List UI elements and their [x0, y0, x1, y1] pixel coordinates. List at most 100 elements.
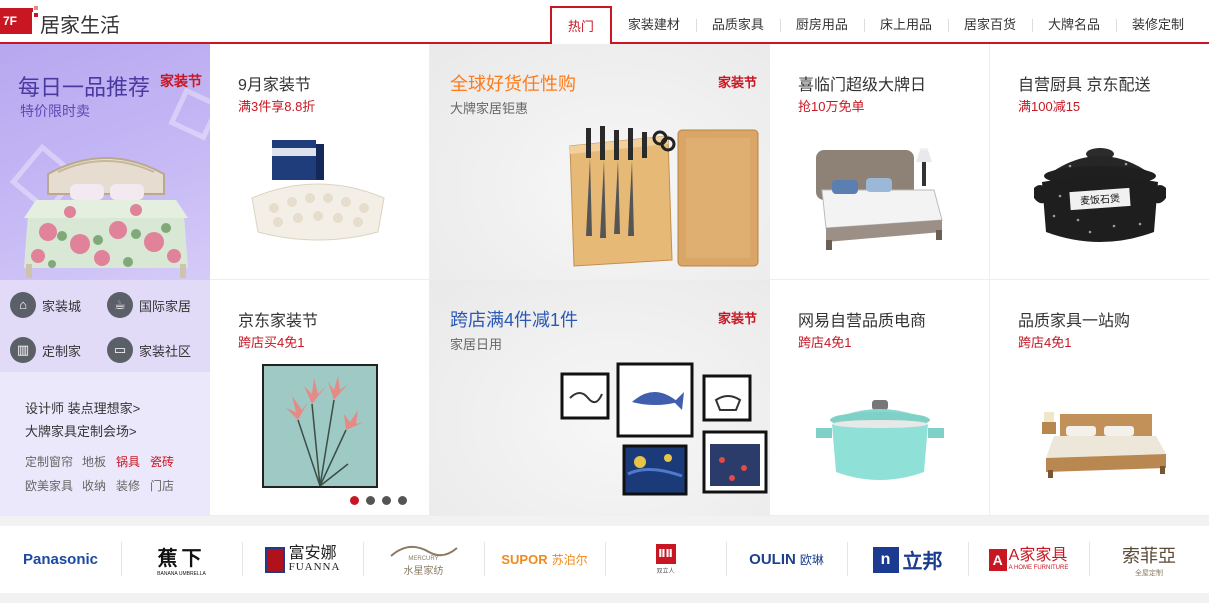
tab-kitchenware[interactable]: 厨房用品	[779, 6, 864, 44]
latex-pillow-image	[251, 140, 385, 241]
brand-logo-stack: A家家具 A HOME FURNITURE	[1009, 547, 1069, 571]
floor-header: 7F 居家生活 热门 家装建材 品质家具 厨房用品 床上用品 居家百货 大牌名品…	[0, 0, 1209, 46]
brand-logo-text: Panasonic	[22, 551, 99, 568]
product-cell-mattress[interactable]: 喜临门超级大牌日 抢10万免单	[770, 44, 990, 280]
quick-link-home-mall[interactable]: ⌂ 家装城	[10, 292, 81, 318]
nippon-logo-icon: n	[872, 546, 899, 573]
cell-offer: 满3件享8.8折	[238, 99, 316, 114]
product-cell-stone-pot[interactable]: 自营厨具 京东配送 满100减15 麦饭石煲	[990, 44, 1209, 280]
brand-a-home[interactable]: A A家家具 A HOME FURNITURE	[968, 526, 1089, 593]
cell-offer: 跨店4免1	[798, 335, 852, 350]
cell-offer: 抢10万免单	[798, 99, 865, 114]
carousel-dot[interactable]	[350, 496, 359, 505]
brand-oulin[interactable]: OULIN 欧琳	[726, 526, 847, 593]
cell-offer: 跨店4免1	[1018, 335, 1072, 350]
link-storage[interactable]: 收纳	[82, 477, 106, 494]
promo-subtitle: 特价限时卖	[20, 103, 90, 119]
wall-frames-image	[560, 362, 768, 496]
link-decoration[interactable]: 装修	[116, 477, 140, 494]
promo-title: 每日一品推荐	[18, 75, 151, 100]
tab-quality-furniture[interactable]: 品质家具	[695, 6, 780, 44]
brand-logo-icon	[264, 546, 285, 573]
carousel-dots	[350, 496, 407, 505]
brand-logo-subtext: 全屋定制	[1135, 569, 1163, 577]
brand-zwilling[interactable]: ⅡⅡ 双立人	[605, 526, 726, 593]
brand-logo-subtext: FUANNA	[288, 561, 341, 573]
quick-link-international[interactable]: ☕ 国际家居	[107, 292, 191, 318]
quick-link-community[interactable]: ▭ 家装社区	[107, 337, 191, 363]
tab-brands[interactable]: 大牌名品	[1031, 6, 1116, 44]
tab-home-goods[interactable]: 居家百货	[947, 6, 1032, 44]
quick-links: ⌂ 家装城 ☕ 国际家居 ▥ 定制家 ▭ 家装社区	[0, 280, 210, 372]
brand-bar: Panasonic 蕉下 BANANA UMBRELLA 富安娜 FUANNA …	[0, 526, 1209, 593]
category-tabs: 热门 家装建材 品质家具 厨房用品 床上用品 居家百货 大牌名品 装修定制	[549, 6, 1200, 46]
carousel-dot[interactable]	[398, 496, 407, 505]
cup-icon: ☕	[107, 292, 133, 318]
cell-title: 9月家装节	[238, 77, 311, 94]
brand-logo-text: 水星家纺	[403, 566, 444, 577]
brand-logo-text: 索菲亞	[1122, 545, 1176, 566]
lamp-icon: ⌂	[10, 292, 36, 318]
banner-title: 跨店满4件减1件	[450, 310, 579, 330]
text-links: 设计师 装点理想家> 大牌家具定制会场> 定制窗帘 地板 锅具 瓷砖 欧美家具 …	[0, 372, 210, 516]
cabinet-icon: ▥	[10, 337, 36, 363]
tab-building-materials[interactable]: 家装建材	[612, 6, 696, 44]
zwilling-logo-icon: ⅡⅡ	[655, 544, 676, 564]
brand-fuanna[interactable]: 富安娜 FUANNA	[242, 526, 363, 593]
enamel-pot-image	[816, 400, 944, 480]
quick-link-label: 家装社区	[139, 343, 192, 359]
knife-block-image	[569, 126, 759, 267]
furniture-custom-link[interactable]: 大牌家具定制会场>	[25, 421, 137, 440]
product-cell-flower-painting[interactable]: 京东家装节 跨店买4免1	[210, 280, 430, 516]
left-column: 每日一品推荐 家装节 特价限时卖 ⌂ 家装城 ☕ 国际家居 ▥ 定制家 ▭ 家装…	[0, 44, 210, 516]
brand-banana-umbrella[interactable]: 蕉下 BANANA UMBRELLA	[121, 526, 242, 593]
global-goods-banner[interactable]: 全球好货任性购 大牌家居钜惠 家装节	[430, 44, 770, 280]
quick-link-custom-home[interactable]: ▥ 定制家	[10, 337, 81, 363]
link-western-furniture[interactable]: 欧美家具	[25, 477, 73, 494]
brand-logo-text: 双立人	[656, 569, 675, 575]
brand-supor[interactable]: SUPOR 苏泊尔	[484, 526, 605, 593]
mattress-bed-image	[816, 148, 943, 250]
brand-panasonic[interactable]: Panasonic	[0, 526, 121, 593]
cell-title: 喜临门超级大牌日	[798, 77, 927, 94]
brand-sofia[interactable]: 索菲亞 全屋定制	[1089, 526, 1209, 593]
brand-logo-stack: 富安娜 FUANNA	[289, 546, 341, 573]
quick-link-label: 家装城	[42, 298, 82, 314]
link-flooring[interactable]: 地板	[82, 453, 106, 470]
link-cookware[interactable]: 锅具	[116, 453, 140, 470]
link-curtains[interactable]: 定制窗帘	[25, 453, 73, 470]
product-cell-latex-pillow[interactable]: 9月家装节 满3件享8.8折	[210, 44, 430, 280]
brand-logo-subtext: 欧琳	[799, 553, 824, 567]
cell-title: 品质家具一站购	[1018, 313, 1131, 330]
banner-tag: 家装节	[718, 311, 758, 326]
brand-mercury[interactable]: MERCURY 水星家纺	[363, 526, 484, 593]
stone-pot-image: 麦饭石煲	[1034, 148, 1166, 242]
link-stores[interactable]: 门店	[150, 477, 174, 494]
tab-bedding[interactable]: 床上用品	[863, 6, 948, 44]
quick-link-label: 定制家	[42, 343, 82, 359]
carousel-dot[interactable]	[382, 496, 391, 505]
home-daily-banner[interactable]: 跨店满4件减1件 家居日用 家装节	[430, 280, 770, 516]
brand-logo-subtext: 苏泊尔	[551, 553, 588, 567]
pixel-decoration-icon	[29, 6, 39, 18]
cell-title: 网易自营品质电商	[798, 313, 927, 330]
bed-product-image	[24, 157, 188, 278]
tab-hot[interactable]: 热门	[549, 6, 612, 46]
daily-promo-banner[interactable]: 每日一品推荐 家装节 特价限时卖	[0, 44, 210, 280]
floor-title: 居家生活	[40, 15, 120, 37]
link-tiles[interactable]: 瓷砖	[150, 453, 174, 470]
product-cell-wood-bed[interactable]: 品质家具一站购 跨店4免1	[990, 280, 1209, 516]
tab-custom-decoration[interactable]: 装修定制	[1115, 6, 1200, 44]
carousel-dot[interactable]	[366, 496, 375, 505]
quick-link-label: 国际家居	[139, 298, 192, 314]
promo-tag: 家装节	[160, 73, 202, 89]
brand-nippon[interactable]: n 立邦	[847, 526, 968, 593]
brand-logo-text: SUPOR	[501, 552, 548, 567]
wood-bed-image	[1042, 412, 1166, 478]
product-cell-enamel-pot[interactable]: 网易自营品质电商 跨店4免1	[770, 280, 990, 516]
designer-link[interactable]: 设计师 装点理想家>	[25, 398, 140, 417]
brand-logo-text: OULIN	[749, 551, 796, 568]
banner-subtitle: 家居日用	[450, 337, 503, 352]
cell-title: 自营厨具 京东配送	[1018, 77, 1151, 94]
brand-logo-subtext: BANANA UMBRELLA	[157, 571, 206, 577]
